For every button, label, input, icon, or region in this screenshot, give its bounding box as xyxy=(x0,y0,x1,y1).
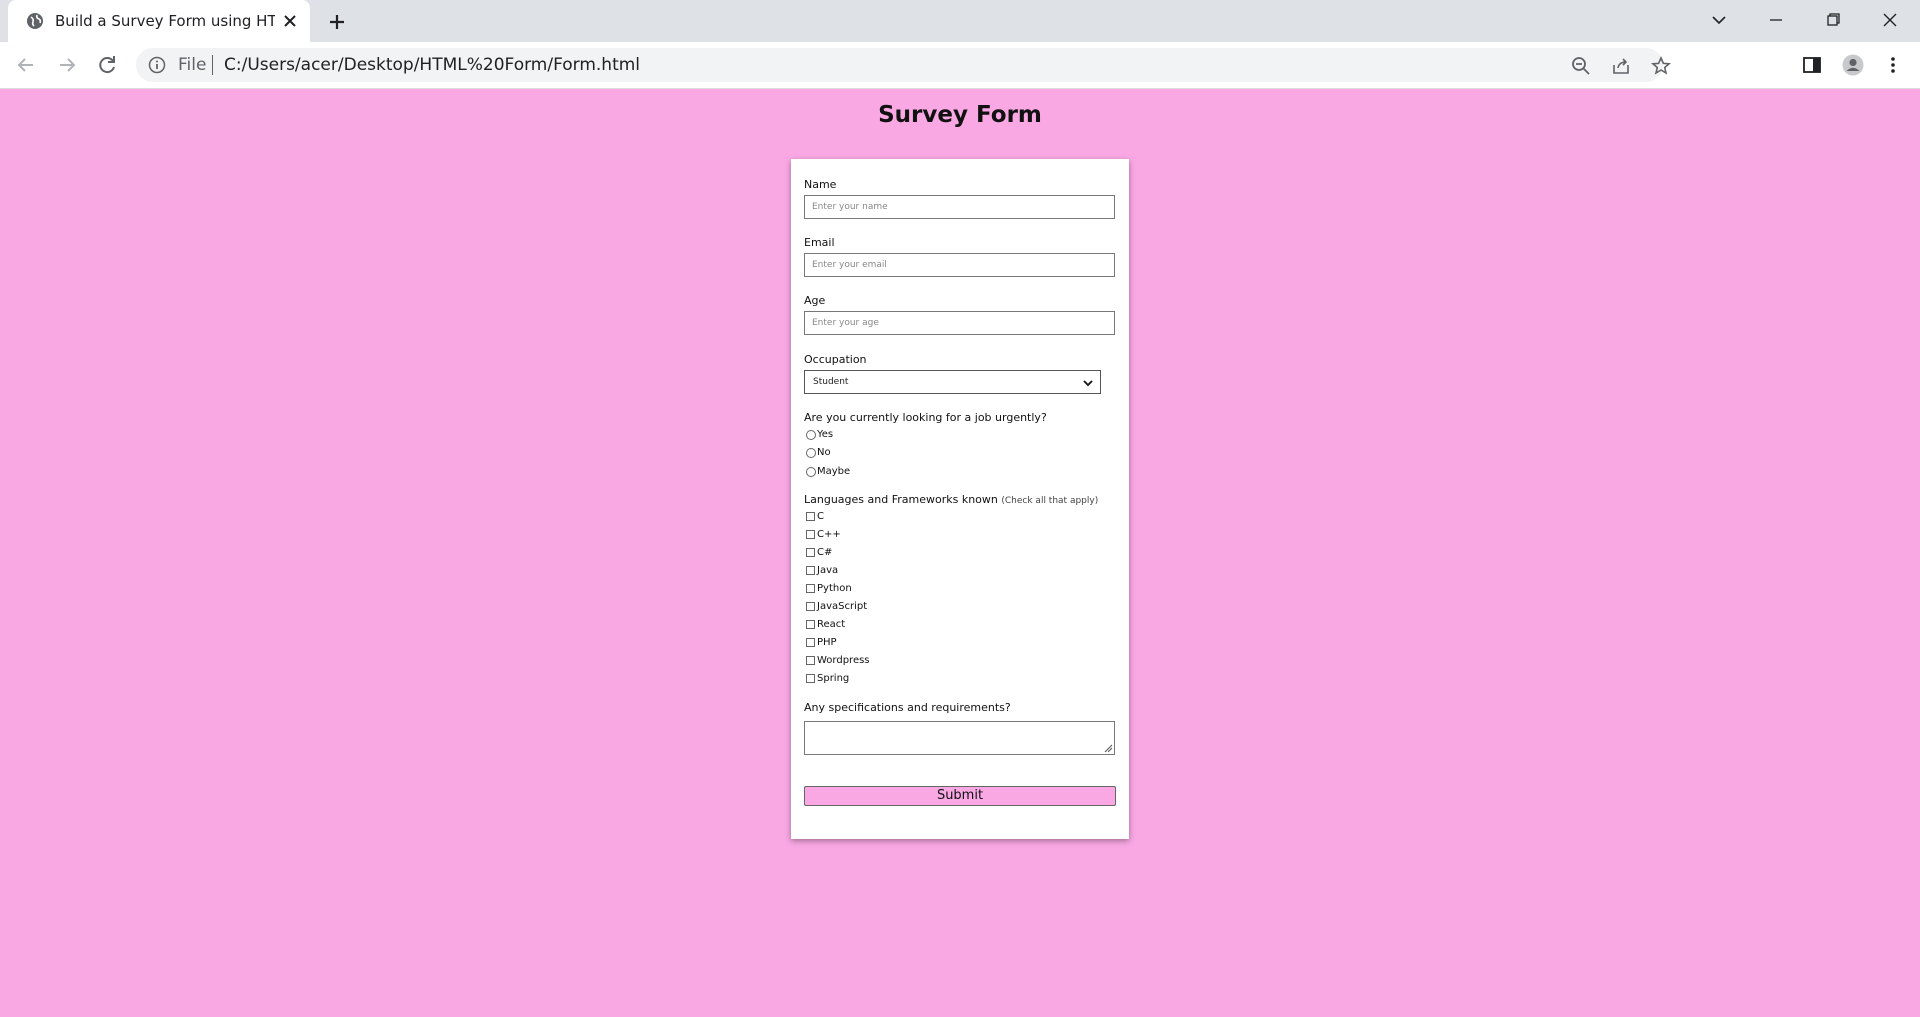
checkbox[interactable] xyxy=(806,638,815,647)
email-field[interactable] xyxy=(804,253,1115,277)
languages-label-text: Languages and Frameworks known xyxy=(804,493,998,506)
browser-tab[interactable]: Build a Survey Form using HTML xyxy=(8,0,310,42)
url-separator xyxy=(212,55,213,75)
page-content: Survey Form Name Email Age Occupation St… xyxy=(0,89,1920,1017)
globe-icon xyxy=(27,13,43,29)
checkbox-label: C xyxy=(817,511,824,522)
url-scheme: File xyxy=(178,55,207,75)
chevron-down-icon xyxy=(1083,380,1093,387)
checkbox-label: React xyxy=(817,619,846,630)
survey-form: Name Email Age Occupation Student Are yo… xyxy=(791,159,1129,839)
radio-button[interactable] xyxy=(806,467,816,477)
resize-handle-icon[interactable] xyxy=(1104,744,1113,753)
share-icon[interactable] xyxy=(1611,56,1631,76)
forward-arrow-icon[interactable] xyxy=(55,53,79,77)
languages-hint: (Check all that apply) xyxy=(1001,496,1099,506)
checkbox[interactable] xyxy=(806,674,815,683)
requirements-label: Any specifications and requirements? xyxy=(804,701,1011,714)
tab-strip: Build a Survey Form using HTML xyxy=(0,0,1920,42)
more-menu-icon[interactable] xyxy=(1882,54,1904,76)
name-label: Name xyxy=(804,178,837,191)
email-label: Email xyxy=(804,236,835,249)
reload-icon[interactable] xyxy=(95,53,119,77)
zoom-out-icon[interactable] xyxy=(1571,56,1591,76)
checkbox-label: C# xyxy=(817,547,833,558)
checkbox[interactable] xyxy=(806,566,815,575)
checkbox[interactable] xyxy=(806,530,815,539)
checkbox[interactable] xyxy=(806,656,815,665)
radio-label: No xyxy=(817,447,831,458)
close-window-icon[interactable] xyxy=(1877,8,1903,32)
close-tab-icon[interactable] xyxy=(280,11,300,31)
restore-icon[interactable] xyxy=(1820,8,1846,32)
minimize-icon[interactable] xyxy=(1763,8,1789,32)
age-label: Age xyxy=(804,294,826,307)
checkbox-label: Wordpress xyxy=(817,655,870,666)
radio-label: Maybe xyxy=(817,466,851,477)
occupation-selected-value: Student xyxy=(813,377,849,387)
occupation-label: Occupation xyxy=(804,353,867,366)
bookmark-star-icon[interactable] xyxy=(1651,56,1671,76)
submit-button[interactable]: Submit xyxy=(804,786,1116,806)
browser-toolbar: File C:/Users/acer/Desktop/HTML%20Form/F… xyxy=(0,42,1920,89)
checkbox-label: Java xyxy=(817,565,839,576)
side-panel-icon[interactable] xyxy=(1801,54,1823,76)
checkbox-label: Python xyxy=(817,583,852,594)
address-bar[interactable]: File C:/Users/acer/Desktop/HTML%20Form/F… xyxy=(136,48,1671,82)
tab-title: Build a Survey Form using HTML xyxy=(55,12,275,30)
checkbox[interactable] xyxy=(806,548,815,557)
requirements-textarea[interactable] xyxy=(804,721,1115,755)
checkbox-label: PHP xyxy=(817,637,837,648)
radio-button[interactable] xyxy=(806,430,816,440)
occupation-select[interactable]: Student xyxy=(804,370,1101,394)
info-icon[interactable] xyxy=(148,56,166,74)
checkbox-label: JavaScript xyxy=(817,601,868,612)
checkbox[interactable] xyxy=(806,620,815,629)
url-text[interactable]: C:/Users/acer/Desktop/HTML%20Form/Form.h… xyxy=(224,56,640,74)
page-title: Survey Form xyxy=(878,102,1042,128)
name-field[interactable] xyxy=(804,195,1115,219)
age-field[interactable] xyxy=(804,311,1115,335)
new-tab-icon[interactable] xyxy=(325,10,349,34)
radio-button[interactable] xyxy=(806,448,816,458)
checkbox[interactable] xyxy=(806,512,815,521)
languages-label: Languages and Frameworks known (Check al… xyxy=(804,493,1098,506)
checkbox[interactable] xyxy=(806,584,815,593)
checkbox[interactable] xyxy=(806,602,815,611)
profile-avatar-icon[interactable] xyxy=(1842,54,1864,76)
back-arrow-icon[interactable] xyxy=(14,53,38,77)
tab-search-chevron-icon[interactable] xyxy=(1706,8,1732,32)
checkbox-label: Spring xyxy=(817,673,850,684)
checkbox-label: C++ xyxy=(817,529,841,540)
radio-label: Yes xyxy=(817,429,834,440)
job-question-label: Are you currently looking for a job urge… xyxy=(804,411,1047,424)
